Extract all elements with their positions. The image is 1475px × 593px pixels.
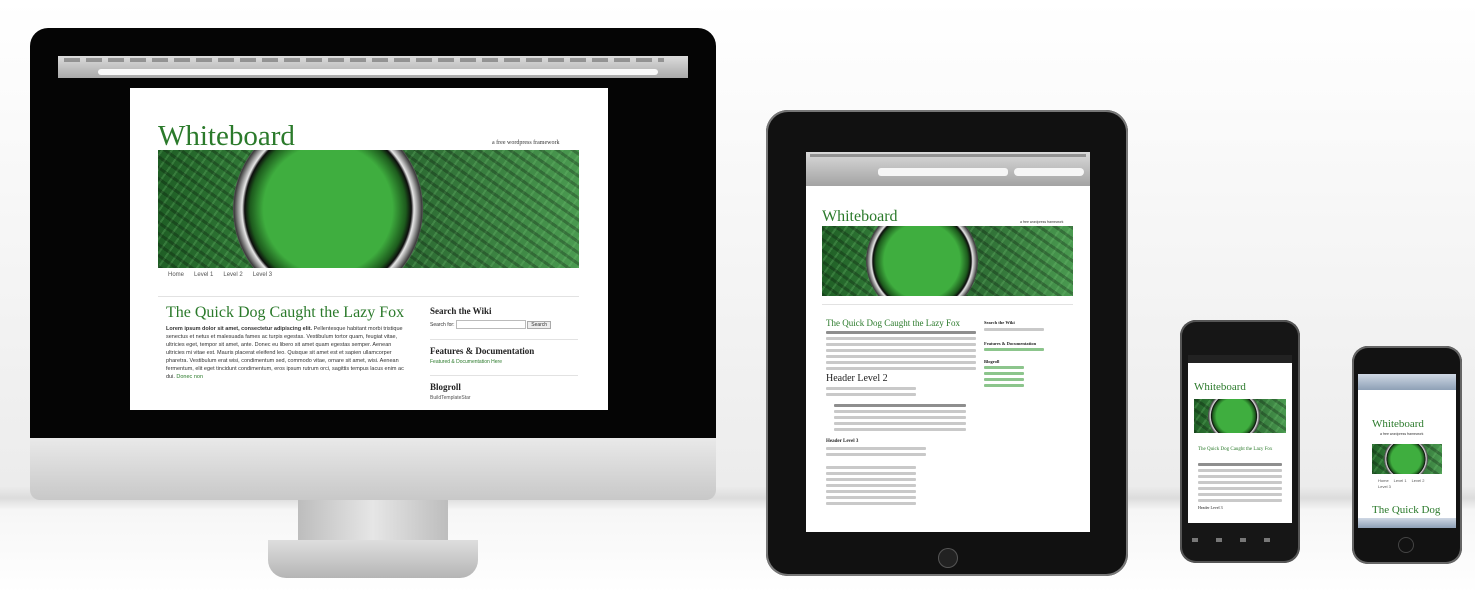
iphone-banner (1372, 444, 1442, 474)
iphone-nav: Home Level 1 Level 2 (1378, 478, 1424, 483)
ipad-site-title[interactable]: Whiteboard (822, 208, 898, 226)
banner-emblem (233, 150, 423, 268)
ipad-search-bar[interactable] (1014, 168, 1084, 176)
iphone-site-title[interactable]: Whiteboard (1372, 418, 1424, 430)
sidebar-divider (430, 339, 578, 340)
blogroll-widget-title: Blogroll (430, 382, 461, 392)
menu-bar (64, 58, 664, 62)
iphone-banner-emblem (1384, 444, 1428, 474)
ipad-banner-emblem (866, 226, 978, 296)
nav-item-home[interactable]: Home (168, 272, 184, 278)
iphone-safari-toolbar (1358, 374, 1456, 390)
search-label: Search for: (430, 321, 455, 328)
nav-item-level-3[interactable]: Level 3 (253, 272, 272, 278)
search-input[interactable] (455, 320, 526, 329)
android-banner (1194, 399, 1286, 433)
features-widget-title: Features & Documentation (430, 346, 535, 356)
ipad-header-3: Header Level 3 (826, 439, 859, 444)
post-lead: Lorem ipsum dolor sit amet, consectetur … (166, 326, 313, 332)
ipad-banner (822, 226, 1073, 296)
site-tagline: a free wordpress framework (492, 140, 560, 146)
ipad-webpage: Whiteboard a free wordpress framework Th… (806, 186, 1090, 532)
ipad-browser-toolbar (806, 152, 1090, 186)
android-banner-emblem (1208, 399, 1260, 433)
browser-toolbar (58, 56, 688, 78)
ipad-search-widget-title: Search the Wiki (984, 320, 1015, 325)
divider (158, 296, 579, 297)
sidebar-divider (430, 375, 578, 376)
android-webpage: Whiteboard The Quick Dog Caught the Lazy… (1188, 363, 1292, 523)
ipad-features-widget-title: Features & Documentation (984, 341, 1037, 346)
ipad-post-title[interactable]: The Quick Dog Caught the Lazy Fox (826, 318, 976, 328)
imac-stand-base (268, 540, 478, 578)
ipad-site-tagline: a free wordpress framework (1020, 220, 1064, 224)
android-post-title[interactable]: The Quick Dog Caught the Lazy Fox (1198, 447, 1282, 453)
android-header-3: Header Level 3 (1198, 505, 1223, 510)
search-widget-title: Search the Wiki (430, 306, 492, 316)
sidebar: Search the Wiki Search for: Search Featu… (430, 306, 578, 401)
address-bar[interactable] (98, 69, 658, 75)
blogroll-link[interactable]: BuildTemplateStar (430, 395, 578, 401)
iphone-site-tagline: a free wordpress framework (1380, 432, 1424, 436)
nav-item-level-2[interactable]: Level 2 (223, 272, 242, 278)
ipad-status-bar (810, 154, 1086, 157)
iphone-nav-home[interactable]: Home (1378, 478, 1389, 483)
iphone-nav-level-1[interactable]: Level 1 (1394, 478, 1407, 483)
android-site-title[interactable]: Whiteboard (1194, 381, 1246, 393)
iphone-home-button[interactable] (1398, 537, 1414, 553)
ipad-blogroll-widget-title: Blogroll (984, 359, 1000, 364)
site-title[interactable]: Whiteboard (158, 120, 295, 153)
features-link[interactable]: Featured & Documentation Here (430, 359, 578, 365)
ipad-header-2: Header Level 2 (826, 373, 888, 384)
nav-item-level-1[interactable]: Level 1 (194, 272, 213, 278)
iphone-webpage: Whiteboard a free wordpress framework Ho… (1358, 390, 1456, 526)
search-button[interactable]: Search (527, 320, 552, 329)
iphone-nav-level-2[interactable]: Level 2 (1412, 478, 1425, 483)
post-title[interactable]: The Quick Dog Caught the Lazy Fox (166, 304, 406, 321)
android-nav-buttons[interactable] (1192, 538, 1288, 542)
ipad-address-bar[interactable] (878, 168, 1008, 176)
imac-chin (30, 438, 716, 500)
post-body: Pellentesque habitant morbi tristique se… (166, 326, 404, 380)
header-banner (158, 150, 579, 268)
ipad-divider (822, 304, 1073, 305)
android-status-bar (1188, 355, 1292, 363)
post-link[interactable]: Donec non (176, 374, 203, 380)
iphone-bottom-toolbar[interactable] (1358, 518, 1456, 528)
iphone-nav-level-3[interactable]: Level 3 (1378, 484, 1391, 489)
ipad-home-button[interactable] (938, 548, 958, 568)
ipad-search-input[interactable] (984, 328, 1044, 331)
imac-webpage: Whiteboard a free wordpress framework Ho… (130, 88, 608, 410)
main-nav: Home Level 1 Level 2 Level 3 (168, 272, 272, 278)
